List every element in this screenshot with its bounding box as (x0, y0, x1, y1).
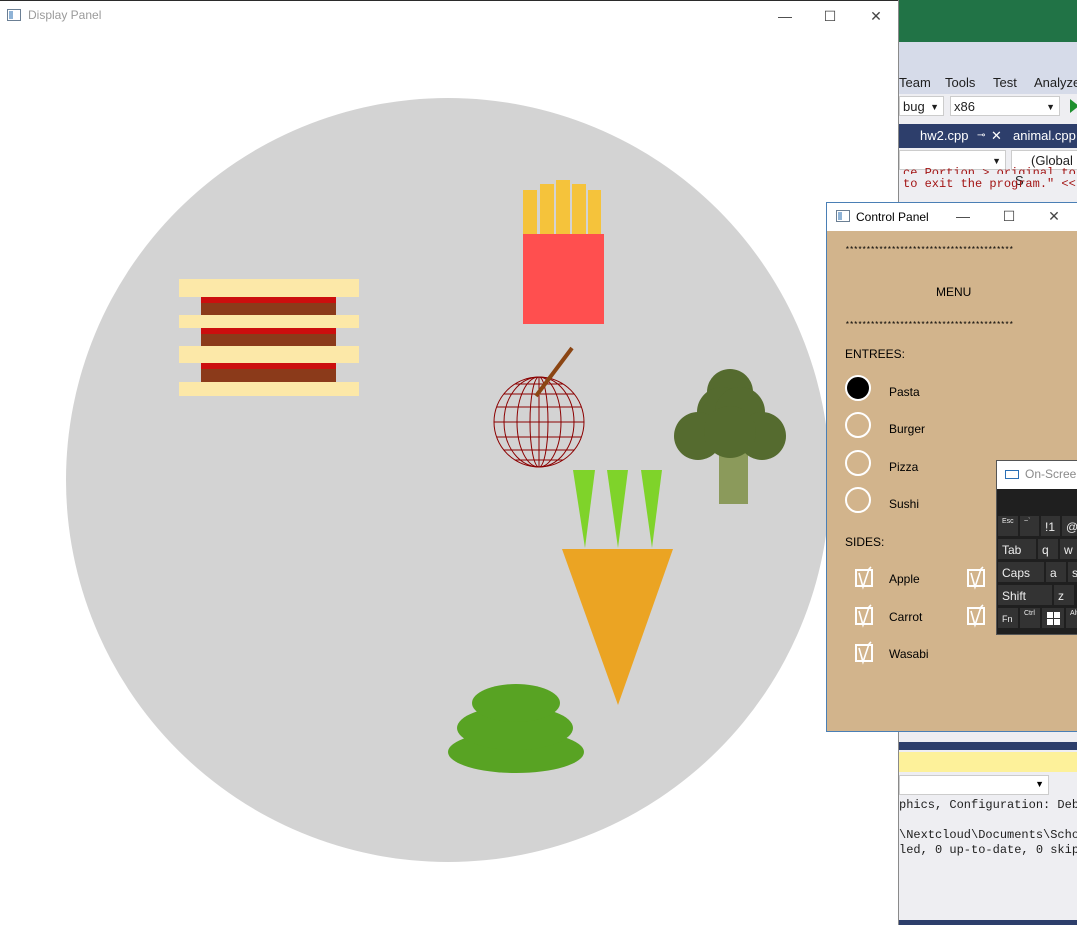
key-a[interactable]: a (1045, 561, 1067, 583)
radio-label-burger: Burger (889, 422, 926, 436)
close-button[interactable]: ✕ (1039, 206, 1069, 226)
entrees-heading: ENTREES: (845, 347, 906, 361)
key-w[interactable]: w (1059, 538, 1077, 560)
vs-output-source-combo[interactable]: ▼ (899, 775, 1049, 795)
plate (66, 98, 830, 862)
key-tilde[interactable]: ~` (1019, 515, 1040, 537)
checkmark-icon (858, 641, 872, 665)
keyboard-icon (1005, 470, 1019, 479)
stars-divider: **************************************** (845, 321, 1014, 330)
radio-burger[interactable] (845, 412, 871, 438)
checkbox-extra-1[interactable] (967, 566, 985, 590)
vs-menu-test[interactable]: Test (993, 75, 1017, 90)
chevron-down-icon: ▼ (1035, 779, 1044, 789)
minimize-button[interactable]: — (948, 206, 978, 226)
output-line: \Nextcloud\Documents\Scho (899, 828, 1077, 842)
key-2[interactable]: @2 (1061, 515, 1077, 537)
vs-title-bar (899, 0, 1077, 42)
radio-pasta[interactable] (845, 375, 871, 401)
pasta-layers (179, 279, 359, 396)
checkbox-label-carrot: Carrot (889, 610, 923, 624)
window-title: Control Panel (856, 210, 929, 224)
windows-icon (1047, 612, 1060, 625)
key-tab[interactable]: Tab (997, 538, 1037, 560)
vs-menu-tools[interactable]: Tools (945, 75, 975, 90)
key-esc[interactable]: Esc (997, 515, 1019, 537)
on-screen-keyboard-window: On-Screen Keyboard Esc ~` !1 @2 Tab q w … (996, 460, 1077, 635)
close-button[interactable]: ✕ (861, 6, 891, 26)
output-line: led, 0 up-to-date, 0 skipp (899, 843, 1077, 857)
minimize-button[interactable]: — (770, 6, 800, 26)
menu-heading: MENU (936, 285, 972, 299)
vs-platform-combo[interactable]: x86 ▼ (950, 96, 1060, 116)
checkmark-icon (970, 566, 984, 590)
code-line: ce Portion > original to ma (903, 166, 1076, 174)
close-icon[interactable]: ✕ (991, 128, 1002, 144)
fries (523, 180, 604, 324)
stars-divider: **************************************** (845, 246, 1014, 255)
sides-heading: SIDES: (845, 535, 885, 549)
radio-label-sushi: Sushi (889, 497, 920, 511)
maximize-button[interactable]: ☐ (994, 206, 1024, 226)
pin-icon[interactable]: ⊸ (977, 130, 985, 141)
plate-canvas (66, 98, 830, 862)
output-line: phics, Configuration: Debu (899, 798, 1077, 812)
key-q[interactable]: q (1037, 538, 1059, 560)
window-icon (7, 9, 21, 21)
radio-pizza[interactable] (845, 450, 871, 476)
window-icon (836, 210, 850, 222)
vs-config-value: bug (903, 99, 925, 114)
osk-title-bar[interactable]: On-Screen Keyboard (997, 461, 1077, 489)
key-ctrl[interactable]: Ctrl (1019, 607, 1041, 629)
display-panel-title-bar[interactable]: Display Panel — ☐ ✕ (0, 0, 898, 30)
broccoli-stem (719, 452, 748, 504)
vs-separator (899, 742, 1077, 750)
radio-label-pizza: Pizza (889, 460, 919, 474)
key-alt[interactable]: Alt (1065, 607, 1077, 629)
vs-info-bar (899, 752, 1077, 772)
window-title: On-Screen Keyboard (1025, 467, 1077, 481)
key-windows[interactable] (1041, 607, 1065, 629)
tab-animal-cpp[interactable]: animal.cpp (1013, 128, 1076, 143)
maximize-button[interactable]: ☐ (815, 6, 845, 26)
chevron-down-icon: ▼ (1046, 102, 1055, 112)
checkmark-icon (970, 604, 984, 628)
key-shift[interactable]: Shift (997, 584, 1053, 606)
key-z[interactable]: z (1053, 584, 1075, 606)
checkmark-icon (858, 566, 872, 590)
vs-menu-team[interactable]: Team (899, 75, 931, 90)
key-1[interactable]: !1 (1040, 515, 1061, 537)
checkbox-label-wasabi: Wasabi (889, 647, 929, 661)
checkmark-icon (858, 604, 872, 628)
checkbox-wasabi[interactable] (855, 641, 873, 665)
key-s[interactable]: s (1067, 561, 1077, 583)
vs-config-combo[interactable]: bug ▼ (899, 96, 944, 116)
checkbox-carrot[interactable] (855, 604, 873, 628)
fries-box (523, 234, 604, 324)
checkbox-extra-2[interactable] (967, 604, 985, 628)
code-line: to exit the program." << e (903, 177, 1077, 191)
control-panel-title-bar[interactable]: Control Panel — ☐ ✕ (827, 203, 1077, 231)
window-title: Display Panel (28, 8, 102, 22)
play-icon[interactable] (1070, 99, 1077, 113)
vs-platform-value: x86 (954, 99, 975, 114)
tab-hw2-cpp[interactable]: hw2.cpp (920, 128, 968, 143)
radio-label-pasta: Pasta (889, 385, 920, 399)
checkbox-apple[interactable] (855, 566, 873, 590)
vs-status-bar (899, 920, 1077, 925)
radio-sushi[interactable] (845, 487, 871, 513)
checkbox-label-apple: Apple (889, 572, 920, 586)
key-fn[interactable]: Fn (997, 607, 1019, 629)
chevron-down-icon: ▼ (930, 102, 939, 112)
vs-menu-analyze[interactable]: Analyze (1034, 75, 1077, 90)
key-caps[interactable]: Caps (997, 561, 1045, 583)
display-panel-window: Display Panel — ☐ ✕ (0, 0, 899, 925)
